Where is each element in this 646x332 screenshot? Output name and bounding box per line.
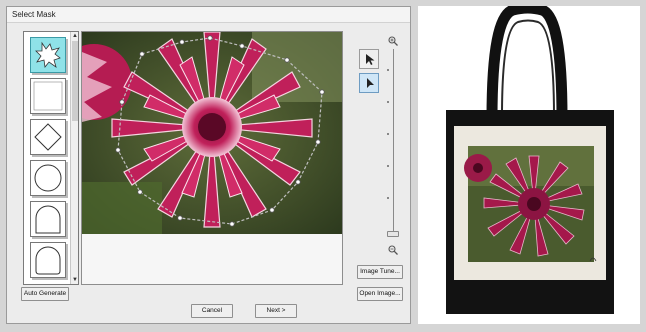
mask-item-flower[interactable] [30,37,66,73]
mask-preview-canvas[interactable] [81,31,343,285]
tote-bag-preview [418,2,640,324]
shape-list-scrollbar[interactable]: ▲ ▼ [70,32,78,284]
select-mask-dialog: Select Mask ▲ ▼ Auto Generate Image Tune… [6,6,411,324]
node-edit-tool-button[interactable] [359,73,379,93]
scroll-down-icon[interactable]: ▼ [71,276,79,284]
dialog-title: Select Mask [12,10,56,19]
select-arrow-icon [366,54,375,65]
node-edit-arrow-icon [367,78,374,88]
zoom-out-icon[interactable] [388,245,398,255]
zoom-tick [387,101,389,103]
mask-shape-list[interactable]: ▲ ▼ [23,31,79,285]
auto-generate-button[interactable]: Auto Generate [21,287,69,301]
select-tool-button[interactable] [359,49,379,69]
scroll-thumb[interactable] [72,41,78,121]
mask-item-circle[interactable] [30,160,66,196]
scroll-up-icon[interactable]: ▲ [71,32,79,40]
screenshot-frame: Select Mask ▲ ▼ Auto Generate Image Tune… [0,0,646,332]
rounded-arch-mask-icon [35,246,61,275]
zoom-slider-track[interactable] [393,49,394,235]
dahlia-image [82,32,342,234]
zoom-tick [387,133,389,135]
zoom-slider-thumb[interactable] [387,231,399,237]
dahlia-photo[interactable] [82,32,342,234]
next-button[interactable]: Next > [255,304,297,318]
zoom-tick [387,197,389,199]
flower-mask-icon [35,41,61,68]
mask-item-square[interactable] [30,78,66,114]
mask-item-rounded-arch[interactable] [30,242,66,278]
mask-item-diamond[interactable] [30,119,66,155]
square-mask-icon [33,81,63,111]
mask-item-arch[interactable] [30,201,66,237]
circle-mask-icon [34,164,62,192]
image-tune-button[interactable]: Image Tune... [357,265,403,279]
diamond-mask-icon [34,123,62,151]
tote-bag-image [446,2,614,314]
zoom-tick [387,69,389,71]
cancel-button[interactable]: Cancel [191,304,233,318]
arch-mask-icon [35,205,61,234]
zoom-in-icon[interactable] [388,36,398,46]
zoom-tick [387,165,389,167]
dialog-titlebar[interactable]: Select Mask [7,7,410,23]
open-image-button[interactable]: Open Image... [357,287,403,301]
